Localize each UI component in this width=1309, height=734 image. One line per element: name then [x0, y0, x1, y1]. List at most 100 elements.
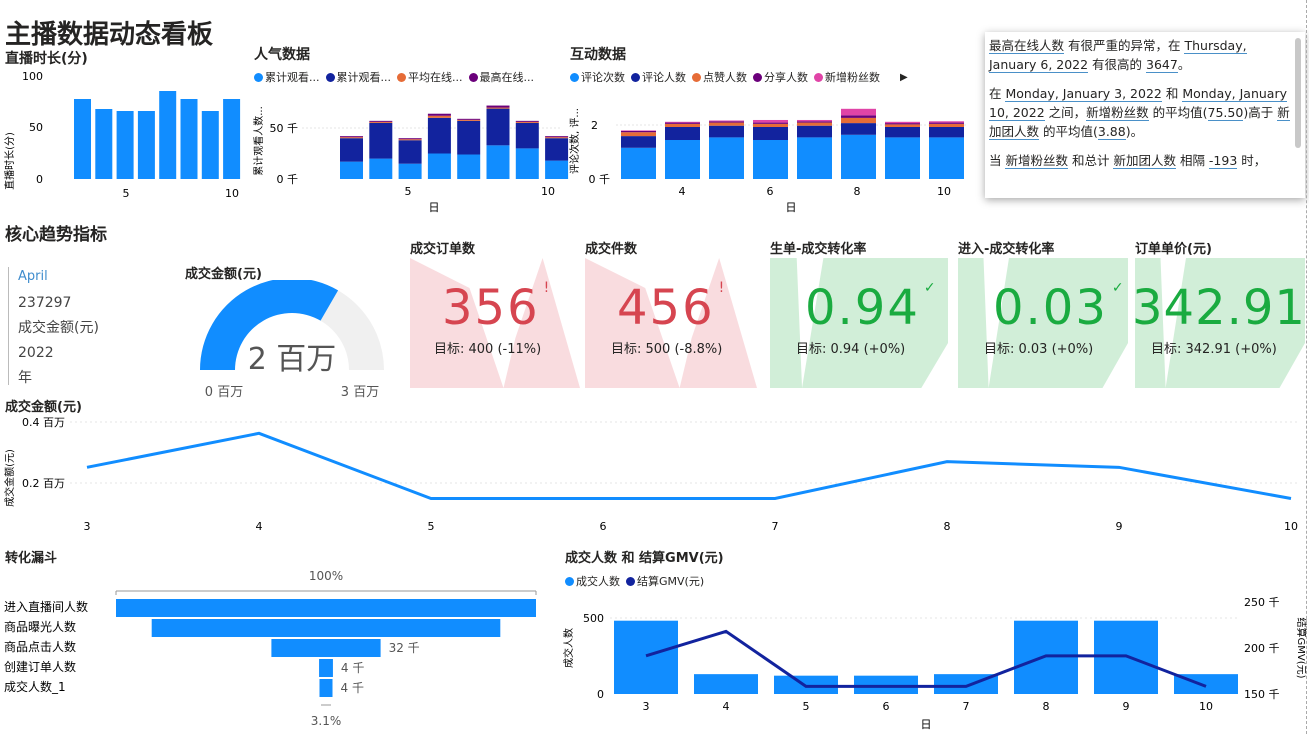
- stack-segment[interactable]: [398, 140, 422, 164]
- duration-bar[interactable]: [223, 99, 241, 179]
- stack-segment[interactable]: [753, 123, 788, 127]
- stack-segment[interactable]: [545, 160, 569, 179]
- funnel-bar[interactable]: [271, 639, 381, 657]
- stack-segment[interactable]: [398, 138, 422, 140]
- duration-bar[interactable]: [116, 111, 134, 179]
- stack-segment[interactable]: [398, 139, 422, 141]
- stack-segment[interactable]: [885, 124, 920, 127]
- stack-segment[interactable]: [665, 123, 700, 127]
- stack-segment[interactable]: [486, 105, 510, 108]
- stack-segment[interactable]: [841, 108, 876, 116]
- slicer-month[interactable]: April: [18, 269, 48, 284]
- duration-bar[interactable]: [95, 109, 113, 179]
- stack-segment[interactable]: [709, 137, 744, 179]
- stack-segment[interactable]: [621, 130, 656, 133]
- funnel-bar[interactable]: [319, 659, 333, 677]
- legend-next-icon[interactable]: ▶: [900, 72, 908, 83]
- stack-segment[interactable]: [885, 127, 920, 138]
- stack-segment[interactable]: [486, 107, 510, 109]
- stack-segment[interactable]: [841, 134, 876, 179]
- funnel-bar[interactable]: [319, 679, 333, 697]
- stack-segment[interactable]: [665, 121, 700, 123]
- stack-segment[interactable]: [841, 117, 876, 124]
- funnel-bar[interactable]: [151, 619, 501, 637]
- stack-segment[interactable]: [427, 153, 451, 180]
- stack-segment[interactable]: [665, 127, 700, 140]
- stack-segment[interactable]: [929, 122, 964, 124]
- buyers-bar[interactable]: [614, 620, 678, 694]
- duration-bar[interactable]: [137, 111, 155, 179]
- stack-segment[interactable]: [797, 121, 832, 123]
- stack-segment[interactable]: [929, 121, 964, 123]
- stack-segment[interactable]: [369, 122, 393, 159]
- duration-bar[interactable]: [159, 91, 177, 179]
- stack-segment[interactable]: [398, 163, 422, 179]
- stack-segment[interactable]: [753, 119, 788, 123]
- stack-segment[interactable]: [457, 119, 481, 121]
- amount-line-chart[interactable]: 成交金额(元) 0.4 百万 0.2 百万 3 4 5 6 7 8 9 10: [0, 410, 1309, 540]
- stack-segment[interactable]: [486, 108, 510, 146]
- stack-segment[interactable]: [545, 138, 569, 161]
- buyers-bar[interactable]: [694, 674, 758, 694]
- stack-segment[interactable]: [340, 136, 363, 138]
- stack-segment[interactable]: [841, 123, 876, 135]
- stack-segment[interactable]: [515, 120, 539, 122]
- smart-narrative-panel[interactable]: 最高在线人数 有很严重的异常，在 Thursday, January 6, 20…: [985, 32, 1305, 198]
- conversion-funnel[interactable]: 100% 进入直播间人数商品曝光人数商品点击人数 32 千创建订单人数 4 千成交人…: [0, 565, 550, 734]
- stack-segment[interactable]: [369, 120, 393, 122]
- stack-segment[interactable]: [709, 125, 744, 138]
- live-duration-chart[interactable]: 直播时长(分) 100 50 0 5 10: [0, 66, 250, 206]
- stack-segment[interactable]: [709, 120, 744, 122]
- duration-bar[interactable]: [74, 99, 91, 179]
- stack-segment[interactable]: [457, 154, 481, 179]
- stack-segment[interactable]: [621, 136, 656, 148]
- stack-segment[interactable]: [427, 115, 451, 118]
- stack-segment[interactable]: [753, 122, 788, 124]
- stack-segment[interactable]: [340, 138, 363, 162]
- popularity-chart[interactable]: 累计观看人数... 50 千 0 千 5 10 日: [250, 86, 570, 216]
- stack-segment[interactable]: [885, 121, 920, 124]
- stack-segment[interactable]: [621, 132, 656, 137]
- stack-segment[interactable]: [486, 145, 510, 179]
- stack-segment[interactable]: [545, 136, 569, 138]
- stack-segment[interactable]: [753, 140, 788, 179]
- amount-gauge[interactable]: 2 百万 0 百万 3 百万: [190, 280, 395, 400]
- stack-segment[interactable]: [340, 161, 363, 179]
- stack-segment[interactable]: [841, 115, 876, 118]
- stack-segment[interactable]: [457, 118, 481, 120]
- stack-segment[interactable]: [885, 123, 920, 125]
- stack-segment[interactable]: [545, 137, 569, 139]
- stack-segment[interactable]: [929, 137, 964, 179]
- stack-segment[interactable]: [427, 117, 451, 154]
- stack-segment[interactable]: [621, 130, 656, 131]
- slicer-card[interactable]: April 237297 成交金额(元) 2022 年: [8, 267, 139, 386]
- stack-segment[interactable]: [621, 147, 656, 179]
- stack-segment[interactable]: [515, 122, 539, 149]
- stack-segment[interactable]: [369, 158, 393, 179]
- funnel-bar[interactable]: [116, 599, 536, 617]
- stack-segment[interactable]: [929, 123, 964, 127]
- stack-segment[interactable]: [457, 120, 481, 155]
- stack-segment[interactable]: [709, 121, 744, 123]
- stack-segment[interactable]: [753, 127, 788, 140]
- stack-segment[interactable]: [515, 148, 539, 179]
- stack-segment[interactable]: [797, 137, 832, 179]
- stack-segment[interactable]: [797, 119, 832, 122]
- interaction-chart[interactable]: 评论次数, 评... 2 0 千 4 6 8 10 日: [566, 86, 976, 216]
- stack-segment[interactable]: [369, 121, 393, 123]
- stack-segment[interactable]: [427, 113, 451, 116]
- amount-series-line[interactable]: [86, 431, 1292, 500]
- stack-segment[interactable]: [665, 122, 700, 124]
- stack-segment[interactable]: [797, 125, 832, 138]
- duration-bar[interactable]: [201, 111, 219, 179]
- stack-segment[interactable]: [709, 122, 744, 126]
- stack-segment[interactable]: [515, 121, 539, 123]
- duration-bar[interactable]: [180, 99, 198, 179]
- stack-segment[interactable]: [885, 137, 920, 179]
- stack-segment[interactable]: [797, 122, 832, 126]
- buyers-bar[interactable]: [854, 675, 918, 694]
- stack-segment[interactable]: [929, 127, 964, 138]
- stack-segment[interactable]: [665, 140, 700, 179]
- combo-chart[interactable]: 成交人数 结算GMV(元) 500 0 250 千 200 千 150 千 34…: [560, 590, 1309, 734]
- scrollbar[interactable]: [1295, 38, 1301, 148]
